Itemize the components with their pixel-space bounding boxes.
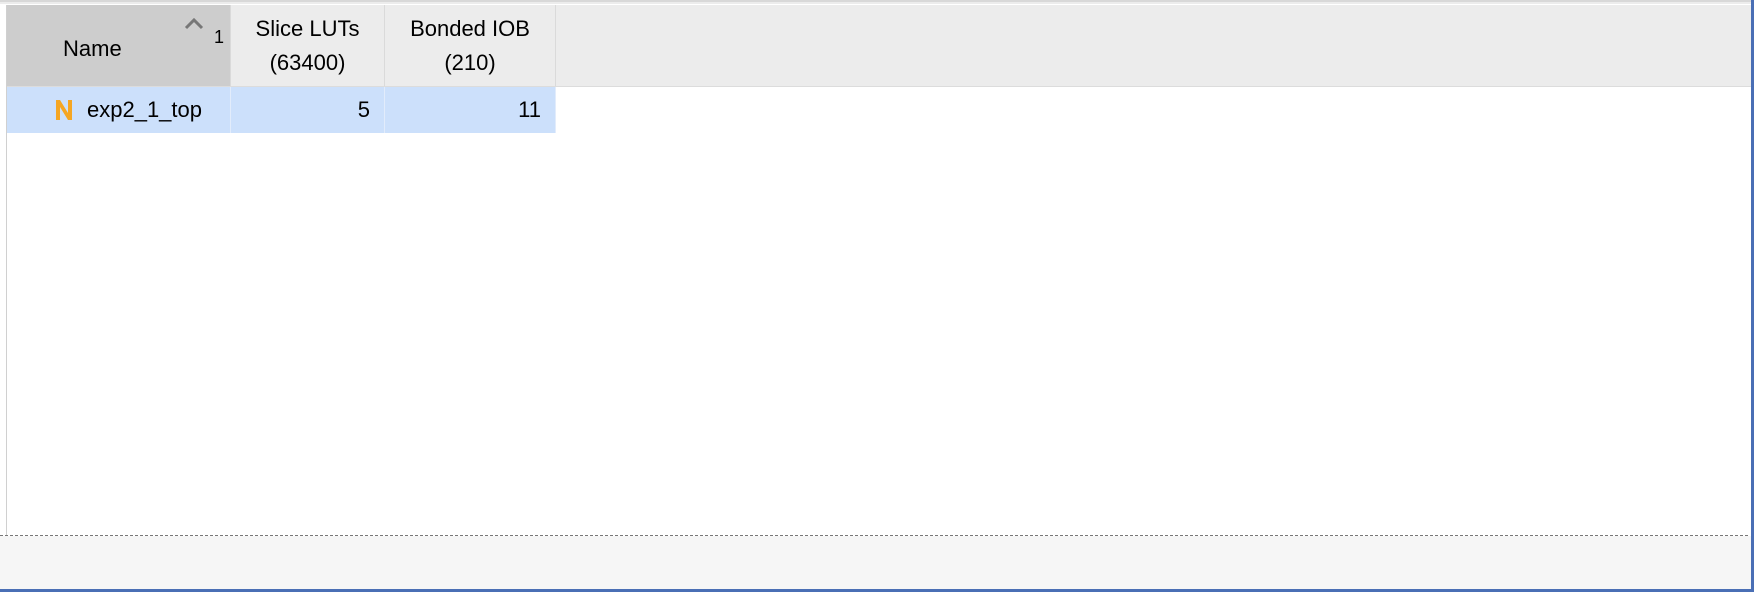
table-row[interactable]: exp2_1_top 5 11	[7, 87, 556, 133]
column-header-slice-luts[interactable]: Slice LUTs (63400)	[231, 5, 385, 86]
column-header-slice-luts-label: Slice LUTs	[255, 15, 360, 41]
column-header-bonded-iob-capacity: (210)	[444, 49, 496, 75]
chevron-up-icon	[184, 17, 204, 30]
cell-name-text: exp2_1_top	[87, 97, 202, 122]
column-header-name[interactable]: Name 1	[7, 5, 231, 86]
column-header-slice-luts-capacity: (63400)	[269, 49, 346, 75]
table-header: Name 1 Slice LUTs (63400) Bonded IOB (21…	[7, 5, 1751, 87]
column-header-bonded-iob-label: Bonded IOB	[410, 15, 530, 41]
cell-slice-luts[interactable]: 5	[231, 87, 385, 133]
footer-area	[0, 536, 1751, 589]
sort-order-badge: 1	[214, 27, 225, 47]
column-header-name-label: Name	[63, 36, 122, 61]
net-n-icon	[56, 100, 72, 120]
hierarchy-table: Name 1 Slice LUTs (63400) Bonded IOB (21…	[6, 5, 1751, 535]
cell-name[interactable]: exp2_1_top	[7, 87, 231, 133]
utilization-table-panel: Name 1 Slice LUTs (63400) Bonded IOB (21…	[0, 0, 1754, 592]
cell-bonded-iob[interactable]: 11	[385, 87, 556, 133]
top-border	[0, 0, 1754, 4]
column-header-bonded-iob[interactable]: Bonded IOB (210)	[385, 5, 556, 86]
